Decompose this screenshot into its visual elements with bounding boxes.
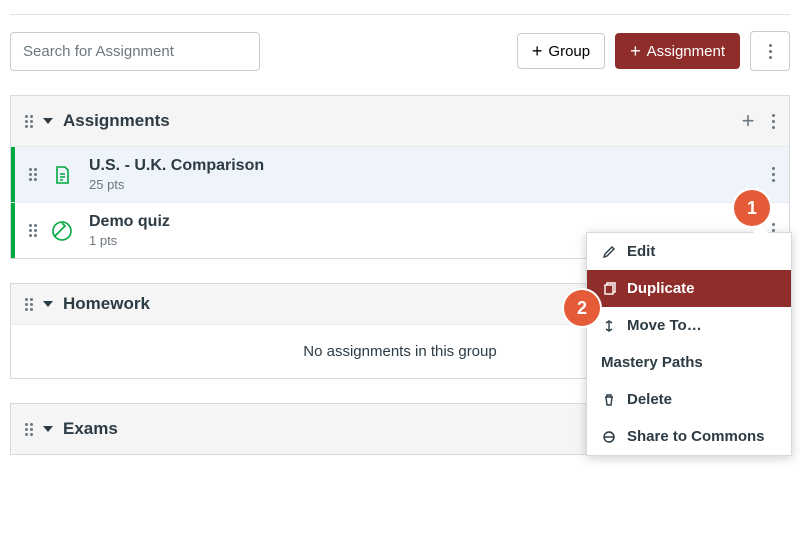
add-assignment-button[interactable]: + Assignment	[615, 33, 740, 69]
drag-handle-icon[interactable]	[25, 423, 33, 436]
menu-edit[interactable]: Edit	[587, 233, 791, 270]
context-menu: Edit Duplicate Move To… Mastery Paths De…	[586, 232, 792, 456]
menu-label: Share to Commons	[627, 428, 765, 445]
page-more-button[interactable]	[750, 31, 790, 71]
drag-handle-icon[interactable]	[25, 115, 33, 128]
drag-handle-icon[interactable]	[29, 224, 37, 237]
menu-duplicate[interactable]: Duplicate	[587, 270, 791, 307]
caret-down-icon	[43, 118, 53, 124]
pencil-icon	[601, 245, 617, 259]
menu-label: Move To…	[627, 317, 702, 334]
callout-1: 1	[734, 190, 770, 226]
plus-icon: +	[532, 42, 543, 60]
callout-label: 1	[747, 198, 757, 219]
group-title: Exams	[63, 419, 118, 439]
menu-mastery-paths[interactable]: Mastery Paths	[587, 344, 791, 381]
group-header[interactable]: Assignments +	[11, 96, 789, 146]
trash-icon	[601, 393, 617, 407]
caret-down-icon	[43, 301, 53, 307]
menu-delete[interactable]: Delete	[587, 381, 791, 418]
share-icon	[601, 430, 617, 444]
assignment-points: 1 pts	[89, 233, 170, 248]
callout-2: 2	[564, 290, 600, 326]
caret-down-icon	[43, 426, 53, 432]
quiz-icon	[51, 221, 73, 241]
drag-handle-icon[interactable]	[25, 298, 33, 311]
row-text: U.S. - U.K. Comparison 25 pts	[89, 157, 264, 192]
assignment-row[interactable]: U.S. - U.K. Comparison 25 pts	[11, 146, 789, 202]
ellipsis-icon	[769, 44, 772, 59]
drag-handle-icon[interactable]	[29, 168, 37, 181]
toolbar: + Group + Assignment	[10, 31, 790, 71]
add-assignment-label: Assignment	[647, 43, 725, 60]
move-icon	[601, 319, 617, 333]
callout-label: 2	[577, 298, 587, 319]
group-add-button[interactable]: +	[736, 108, 760, 134]
menu-move-to[interactable]: Move To…	[587, 307, 791, 344]
assignment-points: 25 pts	[89, 177, 264, 192]
menu-label: Mastery Paths	[601, 354, 703, 371]
group-title: Assignments	[63, 111, 170, 131]
menu-label: Edit	[627, 243, 655, 260]
search-input[interactable]	[10, 32, 260, 71]
row-more-button[interactable]	[772, 167, 775, 182]
group-title: Homework	[63, 294, 150, 314]
divider	[10, 14, 790, 15]
assignment-title: U.S. - U.K. Comparison	[89, 157, 264, 175]
add-group-label: Group	[548, 43, 590, 60]
assignment-title: Demo quiz	[89, 213, 170, 231]
row-text: Demo quiz 1 pts	[89, 213, 170, 248]
menu-share-commons[interactable]: Share to Commons	[587, 418, 791, 455]
menu-label: Duplicate	[627, 280, 695, 297]
plus-icon: +	[630, 42, 641, 60]
add-group-button[interactable]: + Group	[517, 33, 605, 69]
assignment-icon	[51, 165, 73, 185]
menu-label: Delete	[627, 391, 672, 408]
group-more-button[interactable]	[772, 114, 775, 129]
duplicate-icon	[601, 282, 617, 296]
